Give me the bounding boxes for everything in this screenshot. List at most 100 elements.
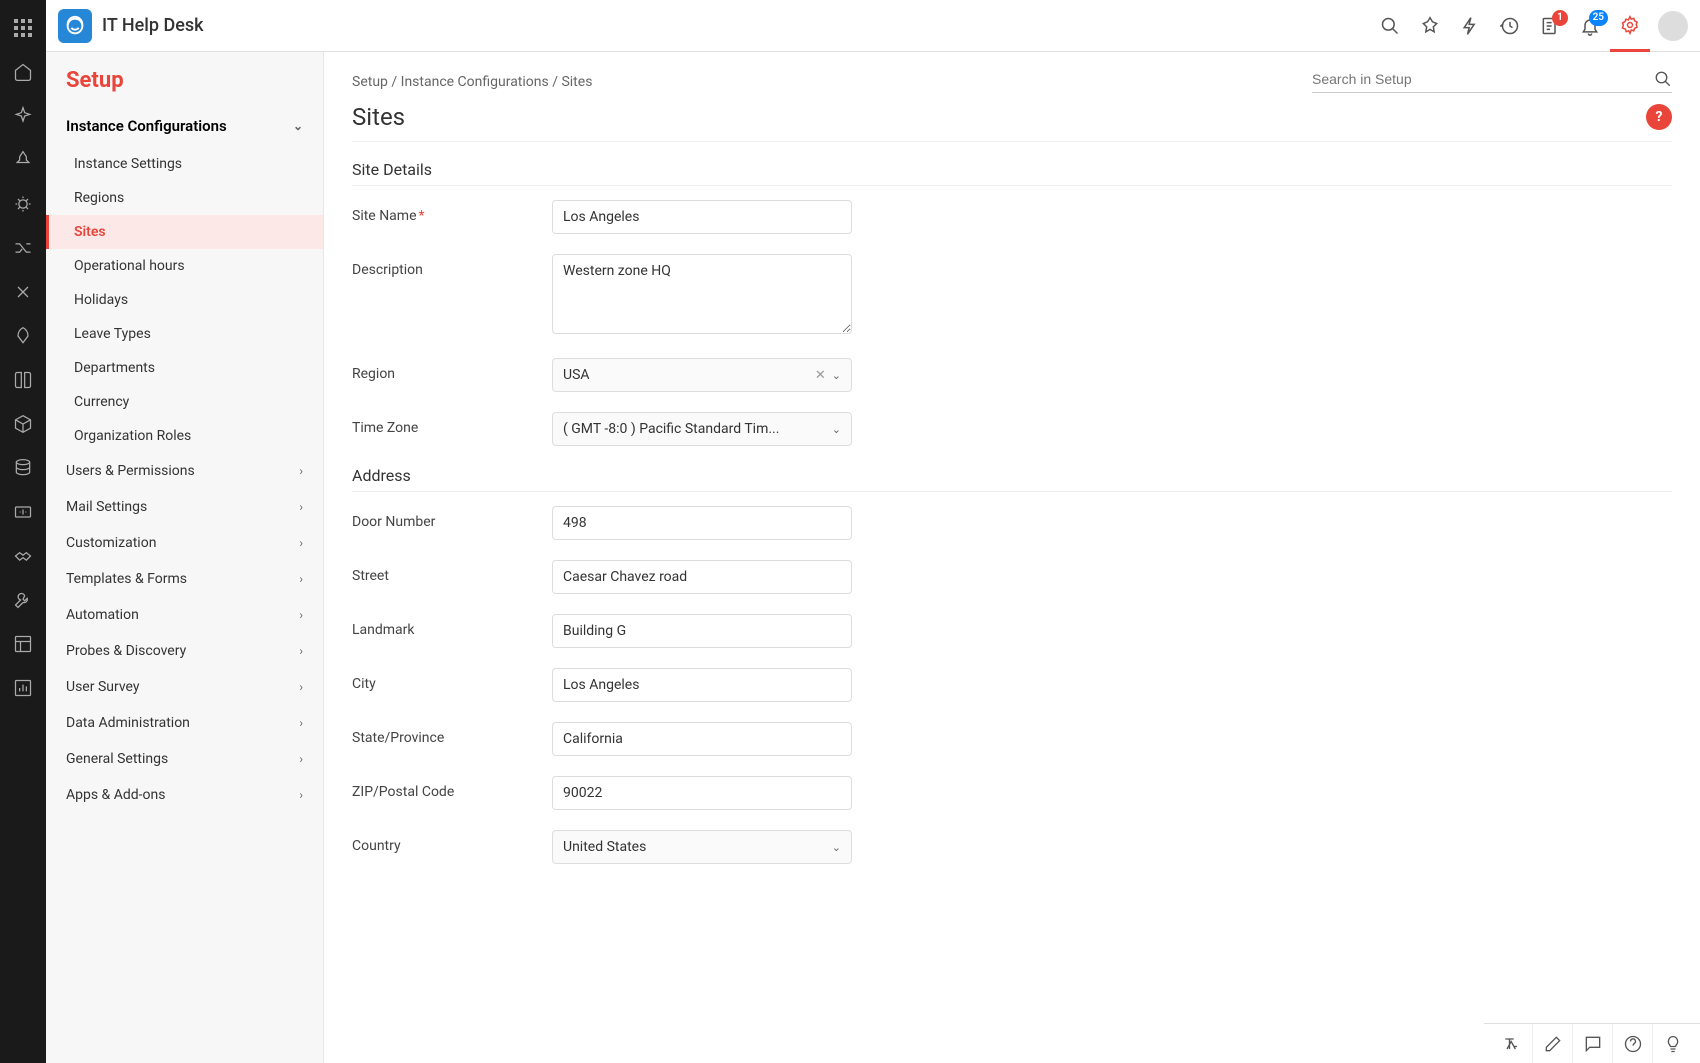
layout-icon[interactable] — [11, 632, 35, 656]
input-state[interactable] — [552, 722, 852, 756]
chevron-right-icon: › — [299, 608, 303, 622]
bolt-icon[interactable] — [1450, 6, 1490, 46]
sidebar-group-mail[interactable]: Mail Settings› — [46, 489, 323, 525]
sidebar-item-regions[interactable]: Regions — [46, 181, 323, 215]
database-icon[interactable] — [11, 456, 35, 480]
sidebar-group-apps[interactable]: Apps & Add-ons› — [46, 777, 323, 813]
label-site-name: Site Name* — [352, 200, 552, 224]
shuffle-icon[interactable] — [11, 236, 35, 260]
setup-sidebar: Setup Instance Configurations ⌄ Instance… — [46, 52, 324, 1063]
chart-icon[interactable] — [11, 676, 35, 700]
content: Setup / Instance Configurations / Sites … — [324, 52, 1700, 1063]
label-state: State/Province — [352, 722, 552, 746]
input-street[interactable] — [552, 560, 852, 594]
sidebar-item-operational-hours[interactable]: Operational hours — [46, 249, 323, 283]
chevron-right-icon: › — [299, 644, 303, 658]
pin-icon[interactable] — [11, 148, 35, 172]
label-timezone: Time Zone — [352, 412, 552, 436]
label-city: City — [352, 668, 552, 692]
help-button[interactable]: ? — [1646, 104, 1672, 130]
chevron-right-icon: › — [299, 500, 303, 514]
breadcrumb: Setup / Instance Configurations / Sites — [352, 74, 592, 90]
notif-badge: 25 — [1589, 10, 1608, 26]
sidebar-title: Setup — [46, 52, 323, 105]
chevron-right-icon: › — [299, 788, 303, 802]
search-icon — [1654, 70, 1672, 88]
bell-icon[interactable]: 25 — [1570, 6, 1610, 46]
apps-grid-icon[interactable] — [11, 16, 35, 40]
select-timezone[interactable]: ( GMT -8:0 ) Pacific Standard Tim... ⌄ — [552, 412, 852, 446]
section-address: Address — [352, 466, 1672, 492]
sidebar-item-org-roles[interactable]: Organization Roles — [46, 419, 323, 453]
topbar: IT Help Desk 1 25 — [46, 0, 1700, 52]
sidebar-item-instance-settings[interactable]: Instance Settings — [46, 147, 323, 181]
lightbulb-icon[interactable] — [1652, 1024, 1692, 1063]
search-setup[interactable] — [1312, 70, 1672, 93]
gear-icon[interactable] — [1610, 0, 1650, 52]
chevron-right-icon: › — [299, 716, 303, 730]
home-icon[interactable] — [11, 60, 35, 84]
chevron-down-icon: ⌄ — [832, 841, 841, 854]
chevron-right-icon: › — [299, 464, 303, 478]
input-site-name[interactable] — [552, 200, 852, 234]
chevron-down-icon: ⌄ — [832, 369, 841, 382]
help-circle-icon[interactable] — [1612, 1024, 1652, 1063]
label-street: Street — [352, 560, 552, 584]
label-door: Door Number — [352, 506, 552, 530]
sidebar-group-probes[interactable]: Probes & Discovery› — [46, 633, 323, 669]
sidebar-item-sites[interactable]: Sites — [46, 215, 323, 249]
handshake-icon[interactable] — [11, 544, 35, 568]
input-zip[interactable] — [552, 776, 852, 810]
clear-icon[interactable]: ✕ — [815, 368, 826, 383]
page-title: Sites — [352, 103, 405, 131]
sidebar-group-users[interactable]: Users & Permissions› — [46, 453, 323, 489]
sidebar-group-instance[interactable]: Instance Configurations ⌄ — [46, 105, 323, 147]
input-landmark[interactable] — [552, 614, 852, 648]
tasks-icon[interactable]: 1 — [1530, 6, 1570, 46]
select-country[interactable]: United States ⌄ — [552, 830, 852, 864]
chevron-right-icon: › — [299, 752, 303, 766]
search-icon[interactable] — [1370, 6, 1410, 46]
edit-icon[interactable] — [1532, 1024, 1572, 1063]
sidebar-group-automation[interactable]: Automation› — [46, 597, 323, 633]
language-icon[interactable] — [1492, 1024, 1532, 1063]
label-country: Country — [352, 830, 552, 854]
sidebar-item-departments[interactable]: Departments — [46, 351, 323, 385]
bottom-toolbar — [1484, 1023, 1700, 1063]
avatar[interactable] — [1658, 11, 1688, 41]
cube-icon[interactable] — [11, 412, 35, 436]
tools-icon[interactable] — [11, 280, 35, 304]
section-site-details: Site Details — [352, 160, 1672, 186]
sidebar-group-general[interactable]: General Settings› — [46, 741, 323, 777]
money-icon[interactable] — [11, 500, 35, 524]
rocket-icon[interactable] — [11, 324, 35, 348]
app-logo-icon — [58, 9, 92, 43]
input-description[interactable]: Western zone HQ — [552, 254, 852, 334]
sidebar-item-currency[interactable]: Currency — [46, 385, 323, 419]
input-city[interactable] — [552, 668, 852, 702]
label-zip: ZIP/Postal Code — [352, 776, 552, 800]
sidebar-group-customization[interactable]: Customization› — [46, 525, 323, 561]
sidebar-group-data-admin[interactable]: Data Administration› — [46, 705, 323, 741]
book-icon[interactable] — [11, 368, 35, 392]
message-icon[interactable] — [1572, 1024, 1612, 1063]
input-door[interactable] — [552, 506, 852, 540]
left-rail — [0, 0, 46, 1063]
pin2-icon[interactable] — [1410, 6, 1450, 46]
history-icon[interactable] — [1490, 6, 1530, 46]
bug-icon[interactable] — [11, 192, 35, 216]
wrench-icon[interactable] — [11, 588, 35, 612]
sidebar-group-survey[interactable]: User Survey› — [46, 669, 323, 705]
search-setup-input[interactable] — [1312, 71, 1654, 87]
chevron-right-icon: › — [299, 536, 303, 550]
chevron-right-icon: › — [299, 680, 303, 694]
sparkle-icon[interactable] — [11, 104, 35, 128]
app-title: IT Help Desk — [102, 15, 204, 36]
label-region: Region — [352, 358, 552, 382]
sidebar-item-leave-types[interactable]: Leave Types — [46, 317, 323, 351]
select-region[interactable]: USA ✕ ⌄ — [552, 358, 852, 392]
chevron-right-icon: › — [299, 572, 303, 586]
label-description: Description — [352, 254, 552, 278]
sidebar-item-holidays[interactable]: Holidays — [46, 283, 323, 317]
sidebar-group-templates[interactable]: Templates & Forms› — [46, 561, 323, 597]
